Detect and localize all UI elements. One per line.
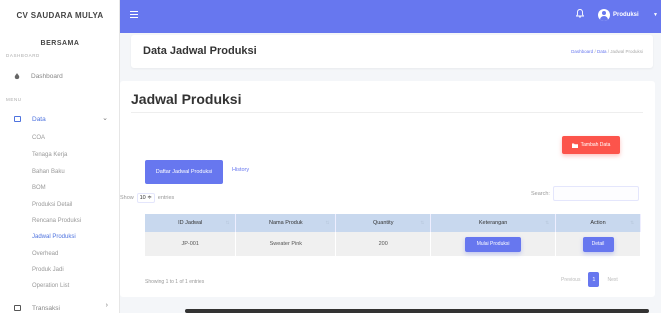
entries-label: entries: [157, 195, 175, 201]
tab-daftar-jadwal-produksi[interactable]: Daftar Jadwal Produksi: [145, 160, 223, 184]
cell-action: Detail: [555, 232, 641, 256]
hamburger-menu-icon[interactable]: [130, 11, 138, 18]
page-title: Data Jadwal Produksi: [143, 45, 257, 57]
sidebar-subitem-rencana-produksi[interactable]: Rencana Produksi: [32, 218, 81, 224]
sidebar-item-dashboard[interactable]: Dashboard: [14, 70, 63, 82]
divider: [131, 112, 643, 113]
sort-icon: ⇅: [420, 220, 425, 225]
brand-subtitle: BERSAMA: [40, 40, 80, 47]
table-info: Showing 1 to 1 of 1 entries: [145, 279, 205, 285]
sidebar-subitem-produk-jadi[interactable]: Produk Jadi: [32, 267, 64, 273]
sidebar-item-transaksi-label: Transaksi: [32, 304, 60, 312]
breadcrumb-current: Jadwal Produksi: [610, 49, 643, 54]
sort-icon: ⇅: [225, 220, 230, 225]
pagination-previous[interactable]: Previous: [557, 277, 584, 283]
breadcrumb-dashboard[interactable]: Dashboard: [571, 49, 593, 54]
table-row: JP-001 Sweater Pink 200 Mulai Produksi D…: [145, 232, 641, 256]
cell-id: JP-001: [145, 232, 237, 256]
column-header-action[interactable]: Action ⇅: [555, 214, 641, 232]
sidebar-item-data-label: Data: [32, 115, 46, 123]
main-card: Jadwal Produksi Tambah Data Daftar Jadwa…: [120, 81, 655, 297]
sidebar-item-data[interactable]: Data ⌄: [14, 113, 114, 125]
card-title: Jadwal Produksi: [131, 91, 242, 107]
chevron-down-icon: ⌄: [102, 115, 108, 122]
section-dashboard-heading: DASHBOARD: [6, 53, 40, 58]
fire-icon: [14, 73, 20, 80]
add-data-button[interactable]: Tambah Data: [562, 136, 620, 154]
sidebar-subitem-tenaga-kerja[interactable]: Tenaga Kerja: [32, 152, 67, 158]
column-header-produk[interactable]: Nama Produk ⇅: [235, 214, 337, 232]
start-production-button[interactable]: Mulai Produksi: [465, 236, 522, 252]
pagination-page-1[interactable]: 1: [588, 272, 600, 287]
sidebar-subitem-operation-list[interactable]: Operation List: [32, 283, 69, 289]
chevron-right-icon: ›: [105, 302, 108, 309]
sidebar-subitem-bahan-baku[interactable]: Bahan Baku: [32, 169, 65, 175]
cell-produk: Sweater Pink: [235, 232, 337, 256]
add-data-label: Tambah Data: [580, 142, 611, 148]
avatar[interactable]: [598, 9, 610, 21]
cell-keterangan: Mulai Produksi: [430, 232, 557, 256]
column-header-keterangan[interactable]: Keterangan ⇅: [430, 214, 557, 232]
sidebar-subitem-jadwal-produksi[interactable]: Jadwal Produksi: [32, 234, 76, 240]
sidebar-subitem-produksi-detail[interactable]: Produksi Detail: [32, 202, 72, 208]
sidebar-subitem-overhead[interactable]: Overhead: [32, 251, 58, 257]
column-header-quantity[interactable]: Quantity ⇅: [335, 214, 432, 232]
page-header: Data Jadwal Produksi Dashboard / Data / …: [131, 35, 653, 68]
sort-icon: ⇅: [325, 220, 330, 225]
breadcrumb: Dashboard / Data / Jadwal Produksi: [571, 49, 643, 54]
search-input[interactable]: [553, 186, 639, 201]
entries-length-control: Show 10 ≑ entries: [120, 193, 174, 203]
sidebar-subitem-coa[interactable]: COA: [32, 135, 45, 141]
tab-history[interactable]: History: [232, 167, 249, 173]
grid-icon: [14, 116, 21, 122]
jadwal-table: ID Jadwal ⇅ Nama Produk ⇅ Quantity ⇅ Ketera…: [145, 214, 641, 256]
sidebar-item-transaksi[interactable]: Transaksi ›: [14, 302, 114, 313]
pagination-next[interactable]: Next: [603, 277, 621, 283]
sidebar-subitem-bom[interactable]: BOM: [32, 185, 46, 191]
bell-icon[interactable]: [575, 9, 585, 20]
section-menu-heading: MENU: [6, 97, 22, 102]
caret-down-icon[interactable]: ▼: [653, 12, 658, 18]
pagination: Previous 1 Next: [557, 272, 622, 287]
sidebar-item-dashboard-label: Dashboard: [31, 72, 63, 80]
show-label: Show: [120, 195, 134, 201]
detail-button[interactable]: Detail: [582, 236, 614, 252]
topbar: Produksi ▼: [120, 0, 661, 33]
folder-icon: [571, 143, 578, 148]
table-header-row: ID Jadwal ⇅ Nama Produk ⇅ Quantity ⇅ Ketera…: [145, 214, 641, 232]
sidebar: CV SAUDARA MULYA BERSAMA DASHBOARD Dashb…: [0, 0, 120, 313]
horizontal-scrollbar[interactable]: [185, 309, 649, 313]
user-menu-name[interactable]: Produksi: [613, 12, 639, 18]
column-header-id[interactable]: ID Jadwal ⇅: [145, 214, 237, 232]
entries-select[interactable]: 10 ≑: [136, 193, 155, 203]
sort-icon: ⇅: [545, 220, 550, 225]
sort-icon: ⇅: [630, 220, 634, 225]
brand-title: CV SAUDARA MULYA: [16, 11, 104, 20]
grid-icon: [14, 305, 21, 311]
search-label: Search:: [531, 191, 550, 197]
cell-quantity: 200: [335, 232, 432, 256]
